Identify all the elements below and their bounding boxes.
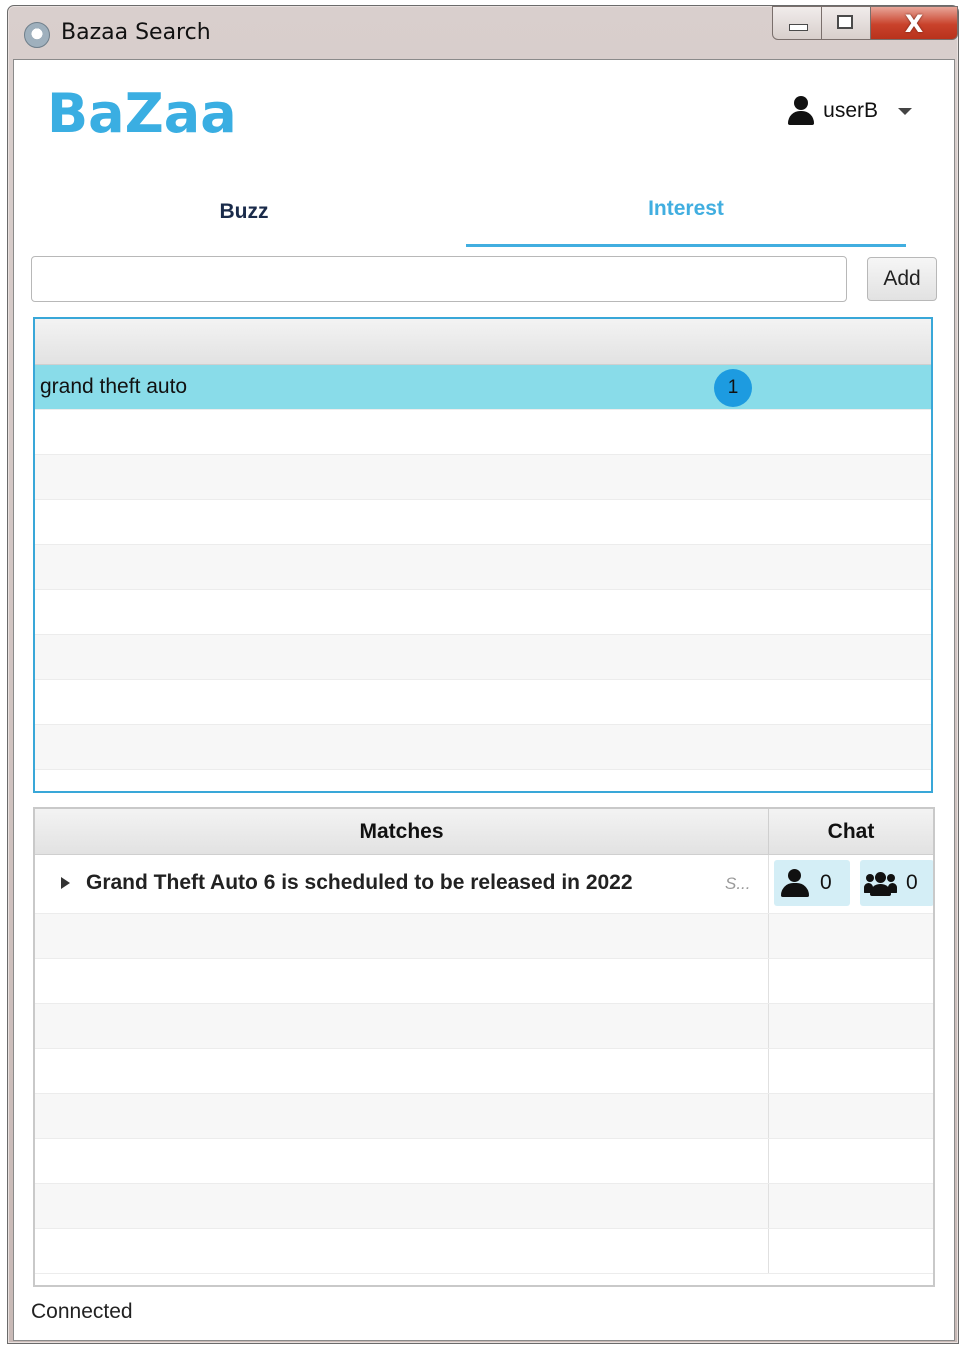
empty-cell — [35, 1184, 769, 1228]
status-text: Connected — [31, 1300, 133, 1323]
empty-row — [35, 545, 931, 590]
add-interest-bar: Add — [31, 256, 937, 304]
user-icon — [780, 868, 810, 898]
empty-row — [35, 725, 931, 770]
empty-row — [35, 1184, 933, 1229]
empty-row — [35, 635, 931, 680]
app-icon — [24, 22, 50, 48]
title-bar[interactable]: Bazaa Search X — [8, 6, 958, 58]
close-icon: X — [904, 10, 924, 38]
empty-cell — [769, 1184, 933, 1228]
empty-cell — [769, 959, 933, 1003]
group-chat-count: 0 — [906, 871, 918, 894]
maximize-icon — [837, 15, 853, 29]
tab-interest[interactable]: Interest — [466, 188, 906, 247]
group-icon — [864, 868, 897, 898]
private-chat-button[interactable]: 0 — [774, 860, 850, 906]
group-chat-button[interactable]: 0 — [860, 860, 933, 906]
empty-cell — [769, 1094, 933, 1138]
user-icon — [787, 96, 815, 126]
empty-cell — [35, 1004, 769, 1048]
empty-row — [35, 590, 931, 635]
empty-cell — [35, 959, 769, 1003]
empty-cell — [769, 1139, 933, 1183]
app-logo: BaZaa — [47, 82, 237, 145]
empty-row — [35, 680, 931, 725]
empty-row — [35, 1004, 933, 1049]
match-row[interactable]: Grand Theft Auto 6 is scheduled to be re… — [35, 855, 933, 914]
app-content: BaZaa userB Buzz Interest Add grand thef… — [13, 59, 955, 1341]
empty-row — [35, 455, 931, 500]
interest-row[interactable]: grand theft auto 1 — [35, 365, 931, 410]
chat-cell: 0 0 — [769, 855, 933, 913]
interest-label: grand theft auto — [40, 375, 188, 398]
match-source: S... — [725, 874, 751, 893]
empty-cell — [35, 1229, 769, 1273]
window-title: Bazaa Search — [61, 20, 211, 45]
username-label: userB — [823, 99, 878, 122]
empty-row — [35, 410, 931, 455]
empty-row — [35, 1094, 933, 1139]
empty-row — [35, 1139, 933, 1184]
private-chat-count: 0 — [820, 871, 832, 894]
match-title: Grand Theft Auto 6 is scheduled to be re… — [86, 871, 633, 894]
close-button[interactable]: X — [871, 6, 958, 40]
empty-row — [35, 914, 933, 959]
interest-input[interactable] — [31, 256, 847, 302]
empty-cell — [769, 1049, 933, 1093]
minimize-icon — [789, 24, 808, 31]
matches-column-header: Matches — [35, 809, 769, 854]
matches-table: Matches Chat Grand Theft Auto 6 is sched… — [33, 807, 935, 1287]
maximize-button[interactable] — [822, 6, 871, 40]
user-menu[interactable]: userB — [787, 96, 912, 126]
match-count-badge: 1 — [714, 369, 752, 407]
empty-cell — [769, 1229, 933, 1273]
empty-cell — [769, 1004, 933, 1048]
empty-row — [35, 500, 931, 545]
matches-header: Matches Chat — [35, 809, 933, 855]
empty-cell — [35, 1139, 769, 1183]
tab-bar: Buzz Interest — [24, 188, 906, 247]
match-cell: Grand Theft Auto 6 is scheduled to be re… — [35, 855, 769, 913]
empty-cell — [35, 1049, 769, 1093]
add-button[interactable]: Add — [867, 257, 937, 301]
empty-cell — [769, 914, 933, 958]
empty-cell — [35, 914, 769, 958]
empty-row — [35, 959, 933, 1004]
window-controls: X — [772, 6, 958, 42]
chat-column-header: Chat — [827, 820, 875, 843]
interest-list-header — [35, 319, 931, 365]
interest-list: grand theft auto 1 — [33, 317, 933, 793]
tab-buzz[interactable]: Buzz — [24, 188, 464, 244]
empty-row — [35, 1049, 933, 1094]
minimize-button[interactable] — [772, 6, 822, 40]
empty-cell — [35, 1094, 769, 1138]
chevron-down-icon — [898, 107, 912, 115]
expand-arrow-icon[interactable] — [61, 877, 70, 889]
empty-row — [35, 1229, 933, 1274]
